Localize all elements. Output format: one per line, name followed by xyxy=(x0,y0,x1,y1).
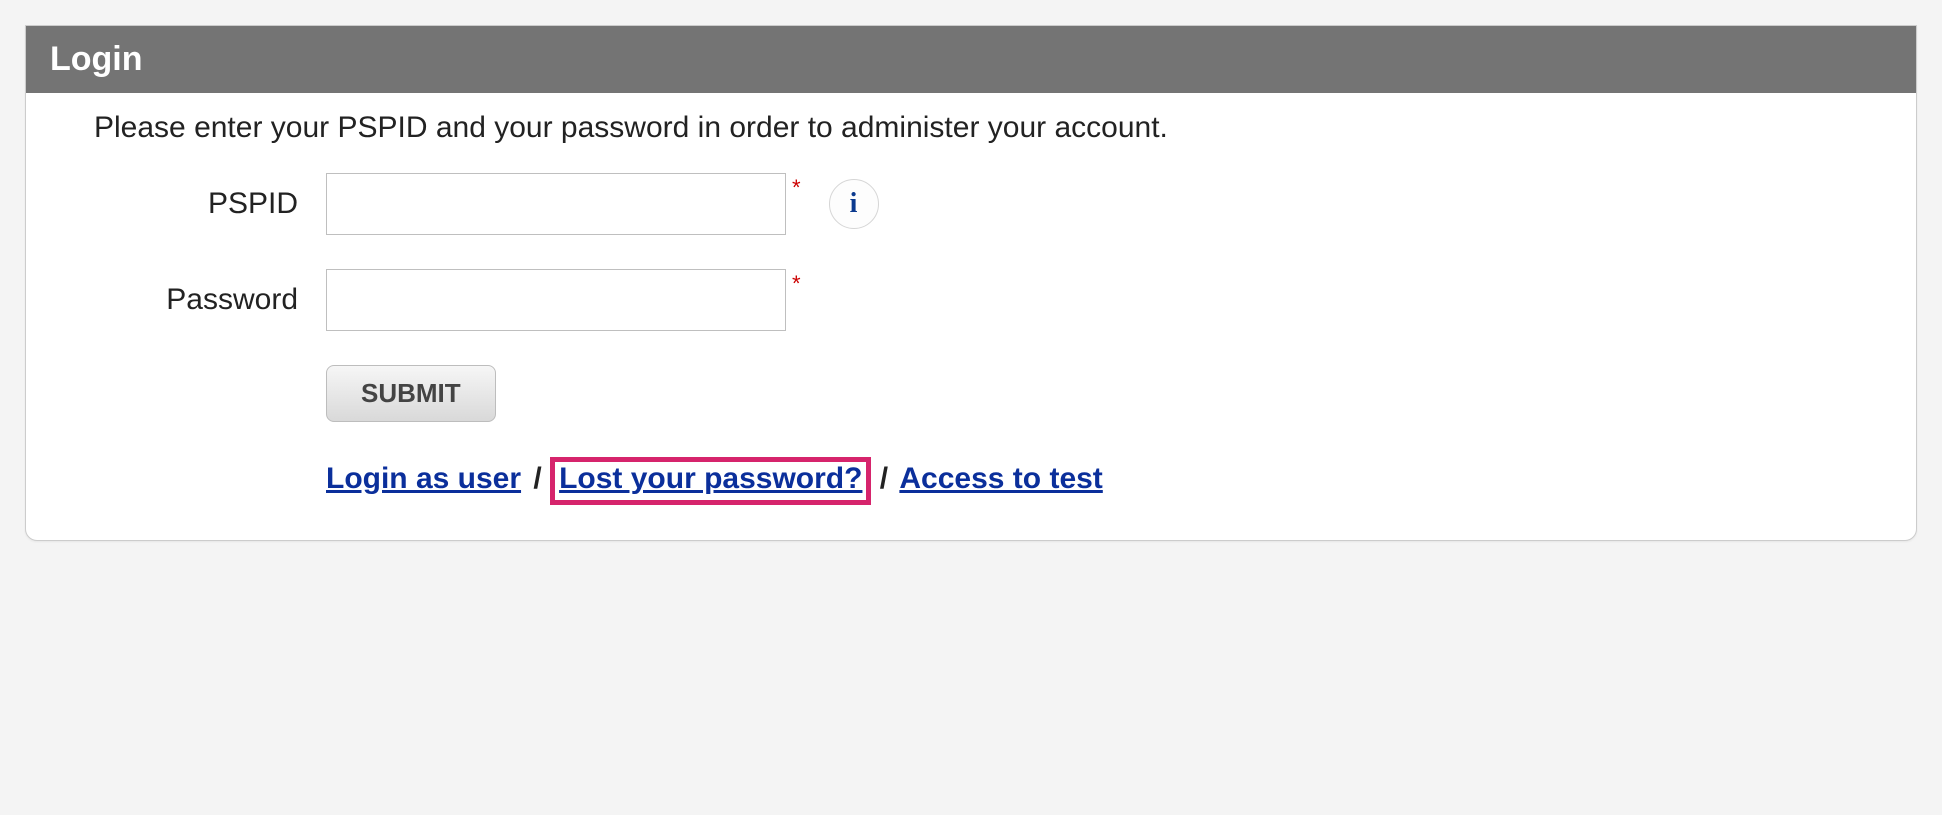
pspid-field-wrap: * i xyxy=(326,173,879,235)
lost-password-link[interactable]: Lost your password? xyxy=(559,462,862,495)
intro-text: Please enter your PSPID and your passwor… xyxy=(94,111,1866,145)
pspid-row: PSPID * i xyxy=(76,173,1866,235)
pspid-required-mark: * xyxy=(792,173,801,201)
link-separator-2: / xyxy=(880,462,888,495)
submit-row: SUBMIT xyxy=(326,365,1866,422)
password-required-mark: * xyxy=(792,269,801,297)
login-panel: Login Please enter your PSPID and your p… xyxy=(25,25,1917,541)
pspid-input[interactable] xyxy=(326,173,786,235)
password-input[interactable] xyxy=(326,269,786,331)
links-row: Login as user / Lost your password? / Ac… xyxy=(326,462,1866,500)
info-icon[interactable]: i xyxy=(829,179,879,229)
access-to-test-link[interactable]: Access to test xyxy=(899,462,1102,495)
pspid-label: PSPID xyxy=(76,187,326,221)
password-field-wrap: * xyxy=(326,269,801,331)
panel-body: Please enter your PSPID and your passwor… xyxy=(26,93,1916,540)
login-as-user-link[interactable]: Login as user xyxy=(326,462,521,495)
lost-password-highlight: Lost your password? xyxy=(550,457,871,505)
link-separator-1: / xyxy=(533,462,541,495)
panel-title: Login xyxy=(26,26,1916,93)
submit-button[interactable]: SUBMIT xyxy=(326,365,496,422)
password-label: Password xyxy=(76,283,326,317)
password-row: Password * xyxy=(76,269,1866,331)
